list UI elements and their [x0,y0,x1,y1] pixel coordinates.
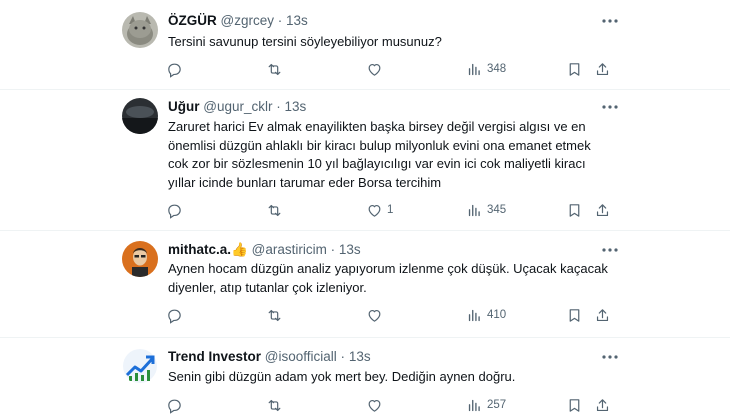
user-handle[interactable]: @isoofficiall [265,349,337,364]
bookmark-icon [569,308,580,322]
user-handle[interactable]: @zgrcey [221,13,274,28]
reply-icon [168,309,181,324]
timestamp[interactable]: 13s [286,13,308,28]
separator-dot: · [277,13,283,28]
avatar[interactable] [122,241,158,277]
like-button[interactable] [366,305,387,325]
views-button[interactable]: 345 [466,200,506,220]
view-count: 410 [487,309,507,321]
share-button[interactable] [594,305,611,325]
view-count: 345 [487,204,507,216]
retweet-icon [268,309,281,321]
retweet-icon [268,399,281,411]
tweet-header: Uğur @ugur_cklr · 13s [168,98,306,116]
retweet-icon [268,204,281,216]
like-count: 1 [387,204,394,216]
bookmark-button[interactable] [566,59,583,79]
more-icon[interactable] [600,241,620,259]
avatar[interactable] [122,98,158,134]
reply-button[interactable] [166,59,187,79]
tweet-actions: 1 345 [160,200,620,220]
display-name[interactable]: ÖZGÜR [168,13,217,28]
like-icon [368,399,381,412]
tweet-header: mithatc.a.👍 @arastiricim · 13s [168,241,361,259]
retweet-button[interactable] [266,305,287,325]
tweet-header: ÖZGÜR @zgrcey · 13s [168,12,308,30]
timestamp[interactable]: 13s [349,349,371,364]
bookmark-button[interactable] [566,305,583,325]
avatar[interactable] [122,12,158,48]
bookmark-button[interactable] [566,395,583,415]
bookmark-icon [569,398,580,412]
retweet-button[interactable] [266,200,287,220]
like-button[interactable] [366,59,387,79]
like-button[interactable]: 1 [366,200,393,220]
display-name[interactable]: mithatc.a. [168,242,231,257]
views-icon [468,309,480,321]
share-icon [596,203,609,216]
tweet-text: Zaruret harici Ev almak enayilikten başk… [168,119,591,190]
reply-icon [168,399,181,414]
view-count: 257 [487,399,507,411]
like-icon [368,204,381,217]
tweet-actions: 348 [160,59,620,79]
share-icon [596,62,609,75]
views-icon [468,63,480,75]
user-handle[interactable]: @arastiricim [252,242,327,257]
bookmark-icon [569,203,580,217]
views-icon [468,204,480,216]
separator-dot: · [330,242,336,257]
tweet-text: Tersini savunup tersini söyleyebiliyor m… [168,34,442,49]
thumbs-up-emoji: 👍 [231,242,248,257]
reply-icon [168,63,181,78]
share-icon [596,308,609,321]
share-button[interactable] [594,200,611,220]
tweet-actions: 410 [160,305,620,325]
display-name[interactable]: Uğur [168,99,200,114]
retweet-button[interactable] [266,59,287,79]
timestamp[interactable]: 13s [339,242,361,257]
tweet-actions: 257 [160,395,620,415]
reply-button[interactable] [166,305,187,325]
reply-button[interactable] [166,395,187,415]
reply-button[interactable] [166,200,187,220]
display-name[interactable]: Trend Investor [168,349,261,364]
more-icon[interactable] [600,12,620,30]
timestamp[interactable]: 13s [285,99,307,114]
views-button[interactable]: 410 [466,305,506,325]
tweet-3[interactable]: Trend Investor @isoofficiall · 13s Senin… [0,338,730,420]
tweet-text: Aynen hocam düzgün analiz yapıyorum izle… [168,261,608,295]
more-icon[interactable] [600,348,620,366]
retweet-button[interactable] [266,395,287,415]
avatar[interactable] [122,348,158,384]
tweet-0[interactable]: ÖZGÜR @zgrcey · 13s Tersini savunup ters… [0,0,730,90]
like-icon [368,63,381,76]
separator-dot: · [340,349,346,364]
reply-icon [168,204,181,219]
like-icon [368,309,381,322]
like-button[interactable] [366,395,387,415]
views-icon [468,399,480,411]
share-button[interactable] [594,395,611,415]
share-button[interactable] [594,59,611,79]
views-button[interactable]: 257 [466,395,506,415]
views-button[interactable]: 348 [466,59,506,79]
more-icon[interactable] [600,98,620,116]
share-icon [596,398,609,411]
tweet-1[interactable]: Uğur @ugur_cklr · 13s Zaruret harici Ev … [0,90,730,231]
tweet-2[interactable]: mithatc.a.👍 @arastiricim · 13s Aynen hoc… [0,231,730,338]
view-count: 348 [487,63,507,75]
user-handle[interactable]: @ugur_cklr [203,99,272,114]
retweet-icon [268,63,281,75]
tweet-text: Senin gibi düzgün adam yok mert bey. Ded… [168,369,516,384]
tweet-header: Trend Investor @isoofficiall · 13s [168,348,371,366]
bookmark-button[interactable] [566,200,583,220]
separator-dot: · [276,99,281,114]
bookmark-icon [569,62,580,76]
